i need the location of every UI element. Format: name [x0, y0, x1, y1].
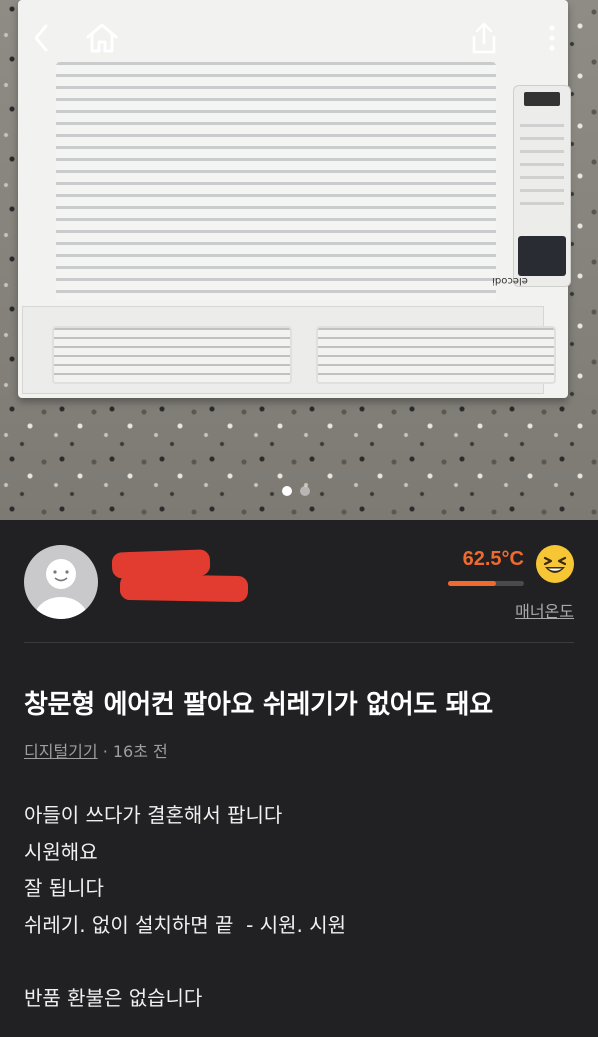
- share-icon: [472, 22, 496, 54]
- description-line: 반품 환불은 없습니다: [24, 985, 203, 1010]
- description-line: 쉬레기. 없이 설치하면 끝 - 시원. 시원: [24, 912, 347, 937]
- product-photo[interactable]: elecodi: [0, 0, 598, 520]
- share-button[interactable]: [466, 20, 502, 56]
- post-description: 아들이 쓰다가 결혼해서 팝니다 시원해요 잘 됩니다 쉬레기. 없이 설치하면…: [24, 797, 346, 1016]
- description-line: 잘 됩니다: [24, 876, 104, 900]
- home-button[interactable]: [84, 20, 120, 56]
- seller-profile[interactable]: 62.5°C 매너온도: [24, 545, 574, 625]
- home-icon: [86, 23, 118, 53]
- carousel-indicator: [282, 486, 310, 496]
- redacted-seller-location: [119, 573, 249, 603]
- manner-temperature-label[interactable]: 매너온도: [515, 598, 574, 622]
- control-panel: [513, 85, 571, 287]
- description-line: 아들이 쓰다가 결혼해서 팝니다: [24, 803, 283, 827]
- manner-temperature-fill: [448, 581, 496, 586]
- svg-text:elecodi: elecodi: [492, 275, 528, 286]
- more-button[interactable]: [534, 20, 570, 56]
- category-link[interactable]: 디지털기기: [24, 742, 98, 761]
- description-line: 시원해요: [24, 839, 98, 864]
- description-line: [24, 943, 346, 980]
- posted-time: · 16초 전: [97, 742, 168, 761]
- carousel-dot-2[interactable]: [300, 486, 310, 496]
- manner-temperature-bar: [448, 581, 524, 586]
- manner-temperature: 62.5°C: [462, 548, 524, 570]
- vent-left: [52, 326, 292, 384]
- carousel-dot-1[interactable]: [282, 486, 292, 496]
- default-avatar-icon: [34, 559, 88, 619]
- avatar[interactable]: [24, 545, 98, 619]
- brand-logo: elecodi: [492, 275, 528, 286]
- vent-right: [316, 326, 556, 384]
- grinning-squint-face-icon: [536, 545, 574, 583]
- louvers: [56, 62, 496, 300]
- back-button[interactable]: [24, 20, 60, 56]
- post-meta: 디지털기기 · 16초 전: [24, 738, 168, 762]
- top-nav: [0, 0, 598, 80]
- post-title: 창문형 에어컨 팔아요 쉬레기가 없어도 돼요: [24, 690, 493, 720]
- more-vertical-icon: [549, 25, 555, 51]
- chevron-left-icon: [34, 24, 48, 52]
- divider: [24, 642, 574, 643]
